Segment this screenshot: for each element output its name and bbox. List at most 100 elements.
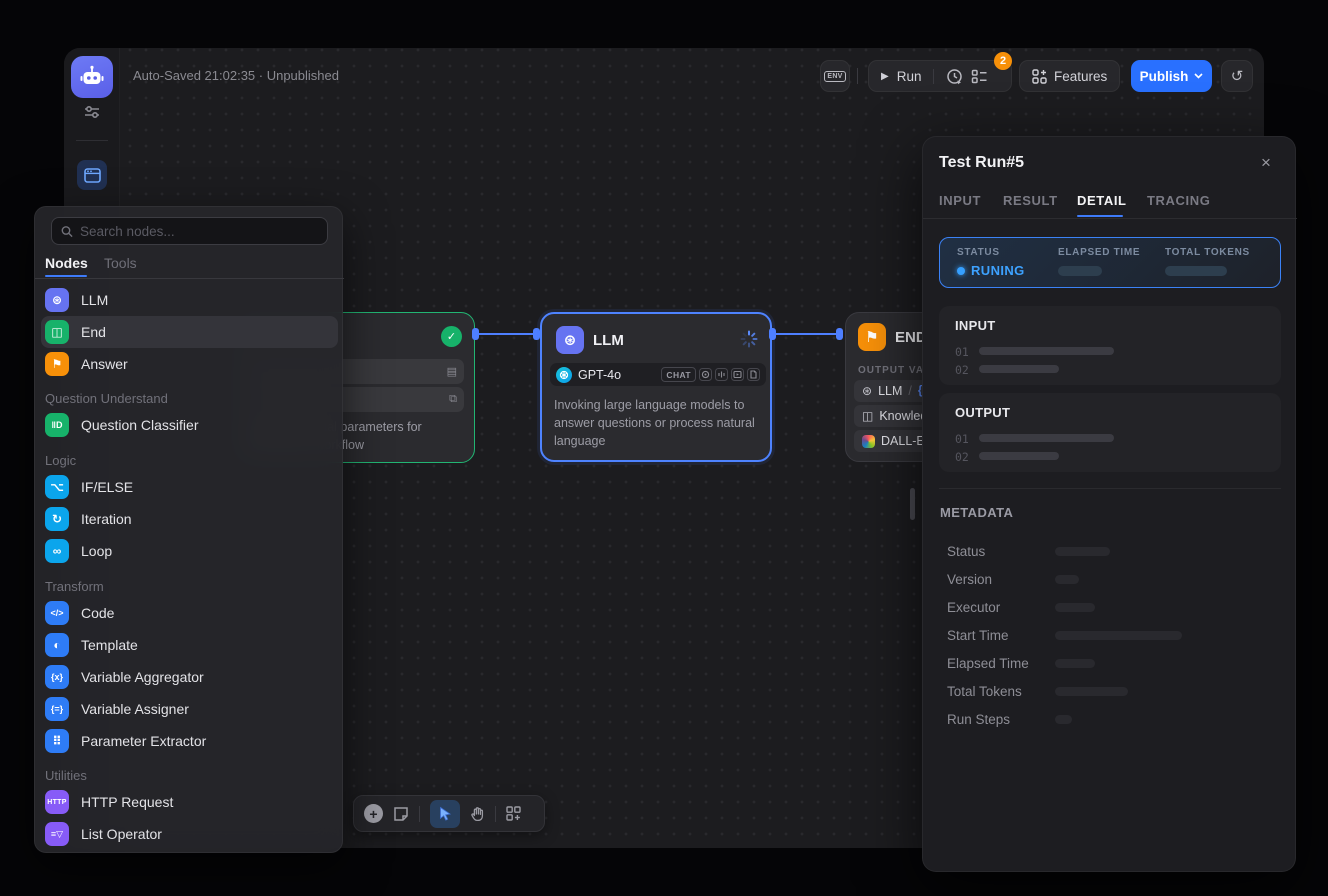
- tab-nodes[interactable]: Nodes: [45, 255, 88, 271]
- workflow-settings-button[interactable]: [82, 102, 102, 122]
- workflow-editor: Auto-Saved 21:02:35 · Unpublished ENV ▶ …: [0, 0, 1328, 896]
- run-history-button[interactable]: [946, 68, 963, 85]
- llm-node-description: Invoking large language models to answer…: [554, 396, 764, 450]
- toolbar-divider: [419, 806, 420, 822]
- variable-aggregator-icon: {x}: [45, 665, 69, 689]
- version-history-button[interactable]: ↺: [1221, 60, 1253, 92]
- node-item-answer[interactable]: ⚑ Answer: [41, 348, 338, 380]
- node-item-loop[interactable]: ∞ Loop: [41, 535, 338, 567]
- node-item-parameter-extractor[interactable]: ⠿ Parameter Extractor: [41, 725, 338, 757]
- search-input[interactable]: [80, 224, 318, 239]
- run-status-card: STATUS RUNING ELAPSED TIME TOTAL TOKENS: [939, 237, 1281, 288]
- output-skeleton: [979, 452, 1059, 460]
- search-icon: [61, 225, 73, 238]
- status-label: STATUS: [957, 247, 1000, 258]
- chevron-down-icon: [1194, 73, 1203, 79]
- node-item-code[interactable]: </> Code: [41, 597, 338, 629]
- hand-icon: [470, 806, 485, 822]
- features-button[interactable]: Features: [1019, 60, 1120, 92]
- tab-tracing[interactable]: TRACING: [1147, 193, 1210, 208]
- organize-nodes-button[interactable]: [506, 806, 521, 821]
- canvas-scrollbar[interactable]: [910, 488, 915, 520]
- hand-mode-button[interactable]: [470, 806, 485, 822]
- app-logo[interactable]: [71, 56, 113, 98]
- metadata-label: Run Steps: [947, 712, 1010, 727]
- metadata-skeleton: [1055, 687, 1128, 696]
- note-plus-icon: [393, 806, 409, 822]
- publish-button[interactable]: Publish: [1131, 60, 1212, 92]
- connector-stub[interactable]: [769, 328, 776, 340]
- input-title: INPUT: [955, 318, 996, 333]
- checklist-button[interactable]: [971, 69, 988, 84]
- node-item-http-request[interactable]: HTTP HTTP Request: [41, 786, 338, 818]
- add-note-button[interactable]: [393, 806, 409, 822]
- node-item-template[interactable]: ◐ Template: [41, 629, 338, 661]
- chat-badge: CHAT: [661, 367, 696, 382]
- metadata-skeleton: [1055, 603, 1095, 612]
- output-title: OUTPUT: [955, 405, 1010, 420]
- tab-input[interactable]: INPUT: [939, 193, 981, 208]
- pointer-mode-button[interactable]: [430, 800, 460, 828]
- node-item-end[interactable]: ◫ End: [41, 316, 338, 348]
- robot-icon: [79, 64, 105, 90]
- llm-icon: ⊛: [556, 326, 584, 354]
- llm-node[interactable]: ⊛ LLM: [540, 312, 772, 462]
- node-item-list-operator[interactable]: ≡▽ List Operator: [41, 818, 338, 850]
- iteration-icon: ↻: [45, 507, 69, 531]
- add-node-button[interactable]: +: [364, 804, 383, 823]
- connector-stub[interactable]: [533, 328, 540, 340]
- node-selector-panel: Nodes Tools ⊛ LLM ◫ End ⚑ Answer Questio…: [34, 206, 343, 853]
- edge-start-llm: [478, 333, 535, 335]
- loading-spinner-icon: [740, 330, 758, 348]
- tab-result[interactable]: RESULT: [1003, 193, 1058, 208]
- llm-var-icon: ⊛: [862, 384, 872, 398]
- toolbar-divider: [495, 806, 496, 822]
- run-group-divider: [933, 69, 934, 84]
- canvas-toolbar: +: [353, 795, 545, 832]
- answer-node-icon: ⚑: [45, 352, 69, 376]
- video-capability-icon: [731, 368, 744, 381]
- input-skeleton: [979, 347, 1114, 355]
- sliders-icon: [83, 104, 101, 120]
- close-icon[interactable]: ×: [1261, 154, 1271, 171]
- node-item-question-classifier[interactable]: ‖D Question Classifier: [41, 409, 338, 441]
- active-tab-underline: [1077, 215, 1123, 217]
- node-item-iteration[interactable]: ↻ Iteration: [41, 503, 338, 535]
- success-check-icon: ✓: [441, 326, 462, 347]
- metadata-skeleton: [1055, 715, 1072, 724]
- autosave-status: Auto-Saved 21:02:35 · Unpublished: [133, 68, 339, 83]
- metadata-label: Start Time: [947, 628, 1009, 643]
- model-capability-badges: CHAT: [661, 367, 760, 382]
- variable-assigner-icon: {=}: [45, 697, 69, 721]
- line-number: 01: [955, 345, 969, 359]
- node-item-llm[interactable]: ⊛ LLM: [41, 284, 338, 316]
- node-item-if-else[interactable]: ⌥ IF/ELSE: [41, 471, 338, 503]
- metadata-skeleton: [1055, 575, 1079, 584]
- model-selector[interactable]: GPT-4o CHAT: [550, 363, 766, 386]
- tab-tools[interactable]: Tools: [104, 255, 137, 271]
- audio-capability-icon: [715, 368, 728, 381]
- metadata-label: Executor: [947, 600, 1000, 615]
- features-icon: [1032, 69, 1047, 84]
- end-icon: ⚑: [858, 323, 886, 351]
- clock-run-icon: [946, 68, 963, 85]
- node-item-variable-assigner[interactable]: {=} Variable Assigner: [41, 693, 338, 725]
- connector-stub[interactable]: [836, 328, 843, 340]
- elapsed-skeleton: [1058, 266, 1102, 276]
- env-icon: ENV: [824, 71, 845, 82]
- tokens-skeleton: [1165, 266, 1227, 276]
- preview-panel-button[interactable]: [77, 160, 107, 190]
- topbar-divider: [857, 68, 858, 84]
- run-button[interactable]: Run: [897, 69, 922, 84]
- publish-label: Publish: [1140, 69, 1189, 84]
- node-item-variable-aggregator[interactable]: {x} Variable Aggregator: [41, 661, 338, 693]
- env-button[interactable]: ENV: [820, 60, 850, 92]
- knowledge-var-icon: ◫: [862, 409, 873, 423]
- total-tokens-label: TOTAL TOKENS: [1165, 247, 1250, 258]
- node-search-box[interactable]: [51, 217, 328, 245]
- status-value: RUNING: [957, 263, 1025, 278]
- metadata-skeleton: [1055, 547, 1110, 556]
- tab-detail[interactable]: DETAIL: [1077, 193, 1127, 208]
- input-card: INPUT 01 02: [939, 306, 1281, 385]
- code-icon: </>: [45, 601, 69, 625]
